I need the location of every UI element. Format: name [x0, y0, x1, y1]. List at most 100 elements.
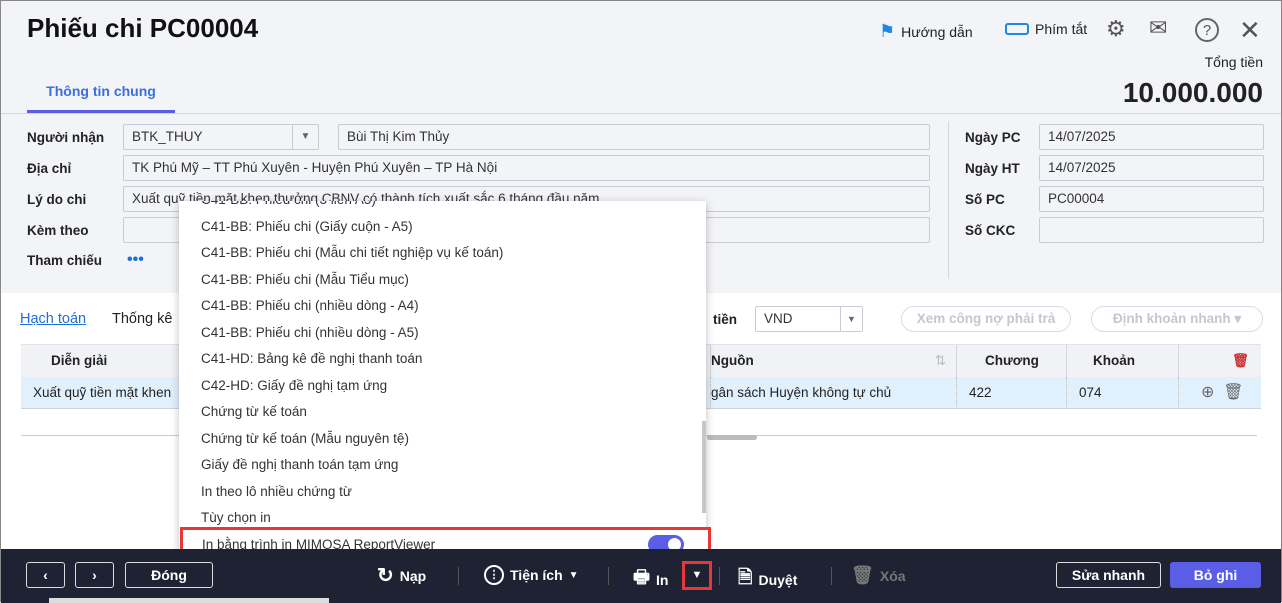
reason-label: Lý do chi [27, 192, 87, 207]
keyboard-icon [1005, 23, 1029, 35]
recipient-name-field[interactable]: Bùi Thị Kim Thủy [338, 124, 930, 150]
currency-value: VND [764, 311, 793, 326]
date-ht-label: Ngày HT [965, 161, 1020, 176]
cell-khoan[interactable]: 074 [1067, 377, 1179, 409]
document-icon: 🗎 [738, 567, 753, 587]
trash-icon[interactable]: 🗑 [1223, 384, 1243, 401]
col-header-khoan[interactable]: Khoản [1067, 345, 1179, 377]
print-label: In [656, 572, 669, 588]
shortcuts-button[interactable]: Phím tắt [1005, 21, 1087, 37]
divider [608, 567, 609, 585]
utilities-label: Tiện ích [510, 567, 563, 583]
next-button[interactable]: › [75, 562, 114, 588]
cell-chuong[interactable]: 422 [957, 377, 1067, 409]
date-ht-field[interactable]: 14/07/2025 [1039, 155, 1264, 181]
sort-icon: ⇅ [934, 353, 946, 368]
print-menu-item[interactable]: C41-BB: Phiếu chi (3 liên A5) [201, 201, 376, 207]
currency-select[interactable]: VND ▼ [755, 306, 863, 332]
view-debt-button[interactable]: Xem công nợ phải trả [901, 306, 1071, 332]
quick-entry-label: Định khoản nhanh [1112, 311, 1231, 326]
guide-label: Hướng dẫn [901, 23, 973, 40]
so-ckc-label: Số CKC [965, 223, 1016, 238]
refresh-icon: ↻ [377, 565, 394, 587]
so-pc-label: Số PC [965, 192, 1005, 207]
row-actions: ⊕ 🗑 [1179, 377, 1261, 409]
print-menu-item[interactable]: C41-HD: Bảng kê đề nghị thanh toán [201, 351, 422, 366]
divider [458, 567, 459, 585]
print-menu-item[interactable]: Chứng từ kế toán [201, 404, 307, 419]
page-scrollbar[interactable] [49, 598, 329, 603]
delete-button[interactable]: 🗑 Xóa [851, 565, 906, 586]
approve-button[interactable]: 🗎 Duyệt [738, 565, 797, 595]
tab-accounting[interactable]: Hạch toán [20, 311, 86, 327]
col-khoan-label: Khoản [1093, 353, 1135, 368]
chevron-down-icon: ▼ [292, 125, 318, 149]
print-menu-item[interactable]: C41-BB: Phiếu chi (Mẫu Tiểu mục) [201, 272, 409, 287]
mail-send-icon[interactable]: ✉ [1149, 15, 1167, 41]
print-menu-item[interactable]: In theo lô nhiều chứng từ [201, 484, 352, 499]
date-pc-field[interactable]: 14/07/2025 [1039, 124, 1264, 150]
footer-toolbar: ‹ › Đóng ↻ Nạp ⋮ Tiện ích ▼ 🖶 In ▼ 🗎 Duyệt 🗑 X… [1, 549, 1281, 603]
discard-button[interactable]: Bỏ ghi [1170, 562, 1261, 588]
print-dropdown-toggle[interactable]: ▼ [682, 561, 712, 590]
quick-edit-button[interactable]: Sửa nhanh [1056, 562, 1161, 588]
page-title: Phiếu chi PC00004 [27, 13, 259, 43]
chevron-down-icon: ▼ [840, 307, 862, 331]
close-icon[interactable]: ✕ [1239, 15, 1261, 46]
print-menu-item[interactable]: C41-BB: Phiếu chi (nhiều dòng - A5) [201, 325, 419, 340]
signpost-icon: ⚑ [879, 21, 896, 41]
more-vertical-icon: ⋮ [484, 565, 504, 585]
print-menu-item[interactable]: C41-BB: Phiếu chi (Giấy cuộn - A5) [201, 219, 413, 234]
print-menu-item[interactable]: C42-HD: Giấy đề nghị tạm ứng [201, 378, 387, 393]
print-button[interactable]: 🖶 In [633, 565, 668, 595]
date-pc-label: Ngày PC [965, 130, 1021, 145]
divider [1, 113, 1281, 114]
total-label: Tổng tiền [1204, 54, 1263, 70]
attach-label: Kèm theo [27, 223, 89, 238]
divider [948, 121, 949, 279]
so-ckc-field[interactable] [1039, 217, 1264, 243]
menu-scrollbar[interactable] [702, 421, 706, 513]
shortcuts-label: Phím tắt [1035, 21, 1088, 37]
recipient-code-value: BTK_THUY [132, 129, 203, 144]
printer-icon: 🖶 [633, 567, 650, 587]
quick-entry-button[interactable]: Định khoản nhanh ▾ [1091, 306, 1263, 332]
print-menu-item[interactable]: Tùy chọn in [201, 510, 271, 525]
print-menu-item[interactable]: Giấy đề nghị thanh toán tạm ứng [201, 457, 398, 472]
currency-label: tiền [713, 312, 738, 327]
col-header-source[interactable]: Nguồn ⇅ [711, 345, 957, 377]
divider [719, 567, 720, 585]
close-button[interactable]: Đóng [125, 562, 213, 588]
delete-all-icon[interactable]: 🗑 [1179, 345, 1261, 377]
guide-button[interactable]: ⚑ Hướng dẫn [879, 21, 973, 42]
ref-label: Tham chiếu [27, 253, 103, 268]
print-menu-item[interactable]: C41-BB: Phiếu chi (Mẫu chi tiết nghiệp v… [201, 245, 503, 260]
utilities-button[interactable]: ⋮ Tiện ích ▼ [484, 565, 579, 585]
prev-button[interactable]: ‹ [26, 562, 65, 588]
approve-label: Duyệt [758, 572, 798, 588]
address-label: Địa chỉ [27, 161, 72, 176]
gear-icon[interactable]: ⚙ [1106, 16, 1126, 42]
reload-button[interactable]: ↻ Nạp [377, 563, 426, 588]
cell-source[interactable]: gân sách Huyện không tự chủ [711, 377, 957, 409]
delete-label: Xóa [879, 567, 906, 584]
add-row-icon[interactable]: ⊕ [1201, 384, 1214, 401]
col-source-label: Nguồn [711, 353, 754, 368]
help-icon[interactable]: ? [1195, 18, 1219, 42]
divider [831, 567, 832, 585]
print-dropdown-menu: C41-BB: Phiếu chi (3 liên A5) C41-BB: Phi… [179, 201, 706, 563]
more-icon[interactable]: ••• [127, 251, 144, 269]
print-menu-item[interactable]: Chứng từ kế toán (Mẫu nguyên tệ) [201, 431, 409, 446]
print-menu-item[interactable]: C41-BB: Phiếu chi (nhiều dòng - A4) [201, 298, 419, 313]
so-pc-field[interactable]: PC00004 [1039, 186, 1264, 212]
recipient-label: Người nhận [27, 130, 105, 145]
reload-label: Nạp [399, 567, 427, 584]
tab-general[interactable]: Thông tin chung [27, 71, 175, 113]
recipient-code-select[interactable]: BTK_THUY ▼ [123, 124, 319, 150]
col-header-chuong[interactable]: Chương [957, 345, 1067, 377]
trash-icon: 🗑 [851, 565, 874, 585]
tab-stats[interactable]: Thống kê [112, 311, 172, 327]
col-chuong-label: Chương [985, 353, 1039, 368]
address-field[interactable]: TK Phú Mỹ – TT Phú Xuyên - Huyện Phú Xuy… [123, 155, 930, 181]
horizontal-scrollbar[interactable] [707, 435, 757, 440]
